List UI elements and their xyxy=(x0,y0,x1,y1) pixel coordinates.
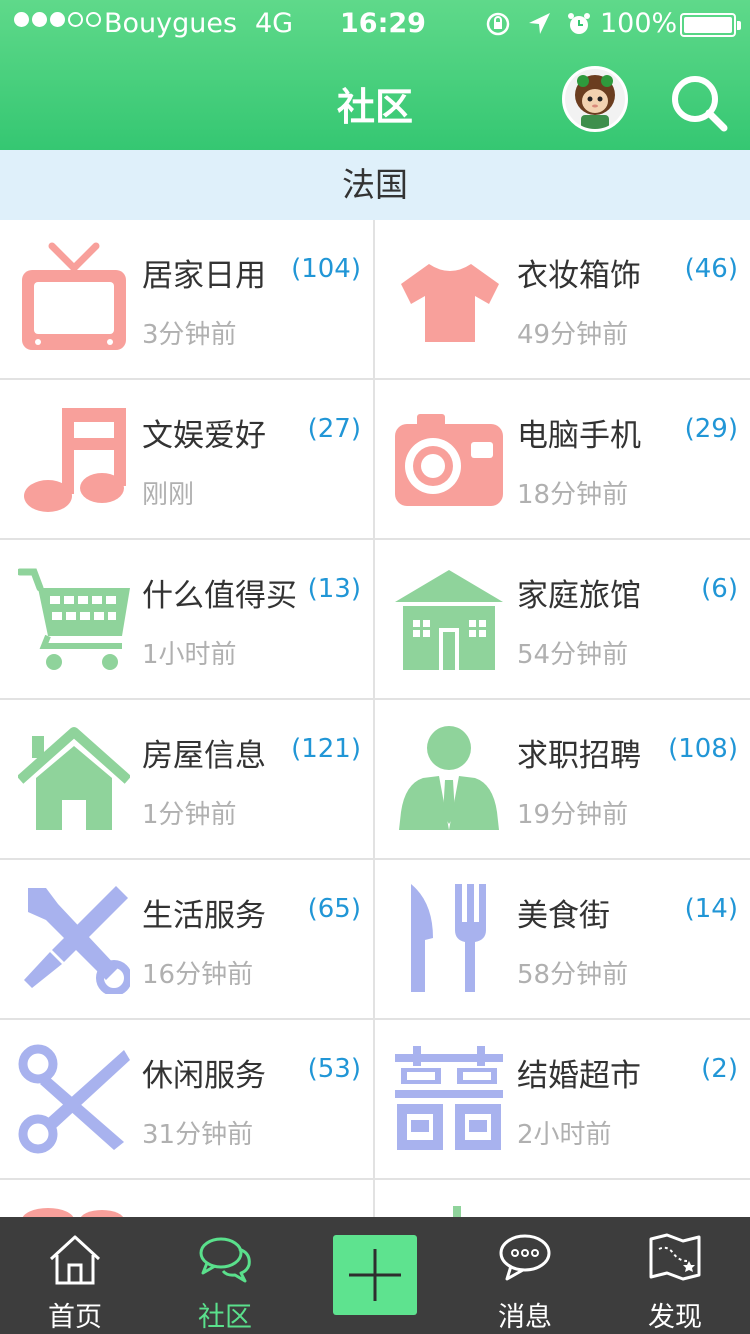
category-name: 房屋信息 xyxy=(142,738,266,774)
category-item[interactable]: 休闲服务 (53) 31分钟前 xyxy=(0,1020,375,1180)
last-updated: 31分钟前 xyxy=(142,1120,254,1150)
last-updated: 2小时前 xyxy=(517,1120,612,1150)
tab-bar: 首页 社区 消息 发现 xyxy=(0,1217,750,1334)
category-item[interactable]: 美食街 (14) 58分钟前 xyxy=(375,860,750,1020)
camera-icon xyxy=(395,414,503,506)
post-count: (108) xyxy=(668,734,738,764)
carrier-name: Bouygues xyxy=(104,8,238,39)
category-name: 文娱爱好 xyxy=(142,418,266,454)
category-item[interactable]: 电脑手机 (29) 18分钟前 xyxy=(375,380,750,540)
category-item[interactable]: 衣妆箱饰 (46) 49分钟前 xyxy=(375,220,750,380)
network-type: 4G xyxy=(255,8,294,39)
tshirt-icon xyxy=(401,264,499,342)
double-happiness-icon xyxy=(395,1046,503,1150)
category-name: 求职招聘 xyxy=(517,738,641,774)
category-item[interactable]: 什么值得买 (13) 1小时前 xyxy=(0,540,375,700)
post-count: (65) xyxy=(307,894,361,924)
category-item[interactable]: 房屋信息 (121) 1分钟前 xyxy=(0,700,375,860)
post-count: (14) xyxy=(684,894,738,924)
tab-label: 首页 xyxy=(48,1302,102,1333)
last-updated: 54分钟前 xyxy=(517,640,629,670)
post-count: (46) xyxy=(684,254,738,284)
post-count: (121) xyxy=(291,734,361,764)
category-item[interactable]: 居家日用 (104) 3分钟前 xyxy=(0,220,375,380)
category-name: 家庭旅馆 xyxy=(517,578,641,614)
category-item[interactable]: 生活服务 (65) 16分钟前 xyxy=(0,860,375,1020)
post-count: (53) xyxy=(307,1054,361,1084)
tab-label: 消息 xyxy=(498,1302,552,1333)
category-icon-partial xyxy=(22,1208,123,1217)
last-updated: 刚刚 xyxy=(142,480,195,510)
category-name: 电脑手机 xyxy=(517,418,641,454)
tv-icon xyxy=(22,242,126,350)
last-updated: 1分钟前 xyxy=(142,800,237,830)
doll-avatar-icon xyxy=(565,69,625,129)
post-count: (6) xyxy=(701,574,738,604)
music-note-icon xyxy=(24,408,126,512)
last-updated: 3分钟前 xyxy=(142,320,237,350)
alarm-clock-icon xyxy=(568,13,590,34)
post-count: (104) xyxy=(291,254,361,284)
chat-bubbles-icon xyxy=(199,1237,251,1283)
last-updated: 16分钟前 xyxy=(142,960,254,990)
post-count: (27) xyxy=(307,414,361,444)
last-updated: 49分钟前 xyxy=(517,320,629,350)
category-name: 美食街 xyxy=(517,898,610,934)
category-name: 生活服务 xyxy=(142,898,266,934)
last-updated: 18分钟前 xyxy=(517,480,629,510)
search-icon[interactable] xyxy=(668,72,730,134)
tab-label: 社区 xyxy=(198,1302,252,1333)
post-count: (2) xyxy=(701,1054,738,1084)
post-button[interactable] xyxy=(333,1235,417,1315)
category-item[interactable]: 结婚超市 (2) 2小时前 xyxy=(375,1020,750,1180)
category-item[interactable]: 文娱爱好 (27) 刚刚 xyxy=(0,380,375,540)
category-grid: 居家日用 (104) 3分钟前 衣妆箱饰 (46) 49分钟前 文娱爱好 (27… xyxy=(0,220,750,1217)
plus-icon xyxy=(349,1249,401,1301)
rotation-lock-icon xyxy=(486,12,510,36)
category-name: 居家日用 xyxy=(142,258,266,294)
last-updated: 1小时前 xyxy=(142,640,237,670)
status-bar: Bouygues 4G 16:29 100% xyxy=(0,0,750,50)
battery-icon xyxy=(680,13,741,37)
status-time: 16:29 xyxy=(340,8,426,39)
avatar[interactable] xyxy=(562,66,628,132)
map-icon xyxy=(649,1233,701,1281)
post-count: (29) xyxy=(684,414,738,444)
signal-strength-icon xyxy=(14,12,101,27)
home-outline-icon xyxy=(49,1235,101,1285)
category-name: 什么值得买 xyxy=(142,578,297,614)
location-arrow-icon xyxy=(529,13,550,34)
house-icon xyxy=(395,570,503,670)
knife-fork-icon xyxy=(411,884,486,992)
last-updated: 58分钟前 xyxy=(517,960,629,990)
shopping-cart-icon xyxy=(18,568,130,670)
tab-discover[interactable]: 发现 xyxy=(600,1217,750,1334)
category-icon-partial xyxy=(453,1206,461,1217)
category-item-partial[interactable] xyxy=(375,1180,750,1217)
category-name: 结婚超市 xyxy=(517,1058,641,1094)
tab-messages[interactable]: 消息 xyxy=(450,1217,600,1334)
category-name: 衣妆箱饰 xyxy=(517,258,641,294)
page-title: 社区 xyxy=(336,85,413,129)
region-selector[interactable]: 法国 xyxy=(0,150,750,220)
category-item[interactable]: 求职招聘 (108) 19分钟前 xyxy=(375,700,750,860)
tab-label: 发现 xyxy=(648,1302,702,1333)
tools-icon xyxy=(24,886,130,994)
scissors-icon xyxy=(18,1044,130,1154)
last-updated: 19分钟前 xyxy=(517,800,629,830)
category-name: 休闲服务 xyxy=(142,1058,266,1094)
tab-community[interactable]: 社区 xyxy=(150,1217,300,1334)
tab-home[interactable]: 首页 xyxy=(0,1217,150,1334)
category-item-partial[interactable] xyxy=(0,1180,375,1217)
businessman-icon xyxy=(399,726,499,830)
app-header: Bouygues 4G 16:29 100% 社区 xyxy=(0,0,750,150)
post-count: (13) xyxy=(307,574,361,604)
home-icon xyxy=(18,727,130,830)
message-bubble-icon xyxy=(499,1234,551,1281)
battery-percent: 100% xyxy=(600,8,678,39)
category-item[interactable]: 家庭旅馆 (6) 54分钟前 xyxy=(375,540,750,700)
